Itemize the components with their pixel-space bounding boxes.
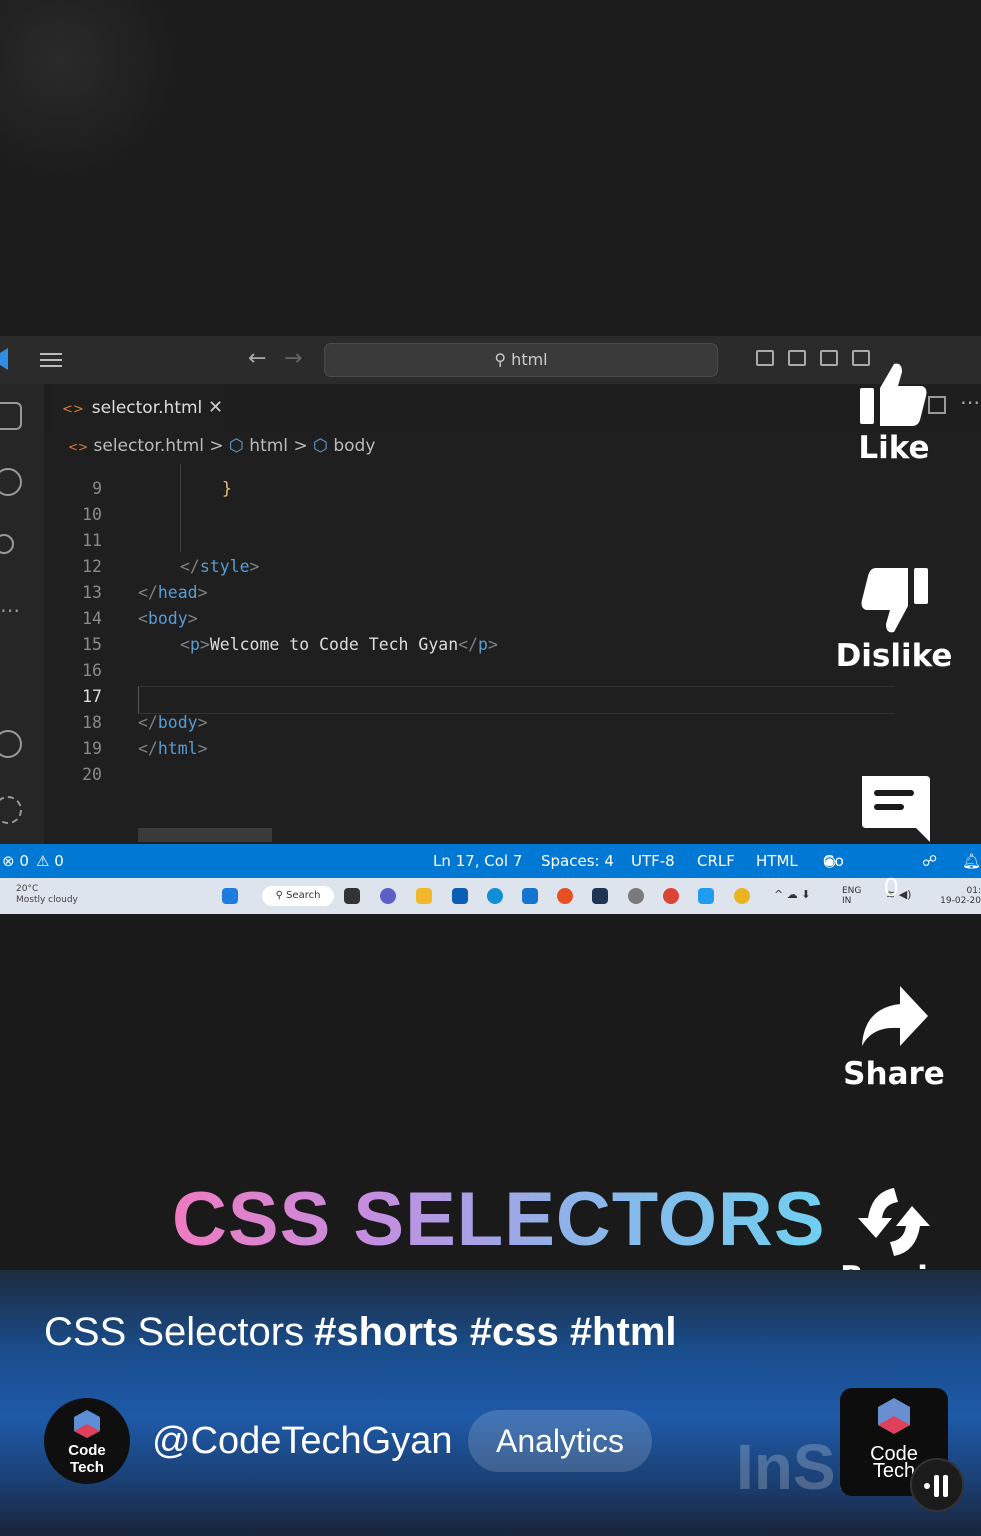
dislike-button[interactable]: Dislike [834, 566, 954, 674]
code-line: 16 [82, 661, 102, 680]
firefox-icon[interactable] [557, 888, 573, 904]
remix-icon [858, 1188, 930, 1256]
code-line: 13 </head> [82, 583, 208, 602]
horizontal-scrollbar[interactable] [138, 828, 272, 842]
tray-overflow-icon[interactable]: ^ ☁ ⬇ [774, 889, 810, 900]
search-icon: ⚲ [494, 350, 507, 369]
overlay-title: CSS SELECTORS [172, 1177, 826, 1262]
video-hashtags[interactable]: #shorts #css #html [314, 1310, 676, 1354]
thumbs-down-icon [861, 568, 928, 633]
more-actions-icon[interactable]: ⋯ [960, 390, 980, 414]
errors-count[interactable]: ⊗ 0 [2, 844, 29, 878]
forward-arrow-icon[interactable]: → [284, 346, 302, 371]
html-file-icon: <> [62, 402, 84, 417]
more-icon[interactable]: ⋯ [0, 598, 20, 622]
toggle-panel-icon[interactable] [788, 350, 806, 366]
activity-bar: ⋯ [0, 384, 44, 844]
weather-widget[interactable]: 20°C Mostly cloudy [16, 884, 78, 906]
code-line: 15 <p>Welcome to Code Tech Gyan</p> [82, 635, 498, 654]
code-editor[interactable]: 9} 10 11 12 </style> 13 </head> 14 <body> 1… [44, 464, 904, 834]
menu-icon[interactable] [40, 353, 62, 367]
share-arrow-icon [862, 986, 928, 1046]
dislike-count: 0 [884, 872, 899, 902]
mail-icon[interactable] [522, 888, 538, 904]
element-cube-icon: ⬡ [229, 436, 244, 456]
breadcrumb-html[interactable]: html [249, 436, 288, 456]
settings-gear-icon[interactable] [0, 796, 22, 824]
pause-button[interactable] [910, 1458, 964, 1512]
close-tab-icon[interactable]: ✕ [208, 384, 223, 432]
code-line: 9} [92, 479, 232, 498]
breadcrumb-file[interactable]: selector.html [94, 436, 204, 456]
search-icon[interactable] [0, 468, 22, 496]
code-tech-logo-icon [878, 1398, 910, 1434]
element-cube-icon: ⬡ [313, 436, 328, 456]
share-button[interactable]: Share [834, 984, 954, 1092]
code-line: 10 [82, 505, 102, 524]
warnings-count[interactable]: ⚠ 0 [36, 844, 64, 878]
tab-selector-html[interactable]: <> selector.html ✕ [52, 384, 224, 434]
code-line: 18 </body> [82, 713, 208, 732]
vscode-taskbar-icon[interactable] [698, 888, 714, 904]
chat-icon[interactable] [380, 888, 396, 904]
code-line: 12 </style> [82, 557, 260, 576]
html-file-icon: <> [68, 440, 89, 454]
notifications-bell-icon[interactable]: 🔔︎ [962, 844, 981, 878]
code-line: 20 [82, 765, 102, 784]
vscode-logo-icon [0, 348, 8, 370]
channel-avatar[interactable]: Code Tech [44, 1398, 130, 1484]
channel-handle[interactable]: @CodeTechGyan [152, 1420, 453, 1463]
store-icon[interactable] [452, 888, 468, 904]
code-line: 14 <body> [82, 609, 198, 628]
encoding[interactable]: UTF-8 [631, 844, 675, 878]
source-control-icon[interactable] [0, 534, 14, 554]
windows-taskbar: 20°C Mostly cloudy ⚲ Search ^ ☁ ⬇ ENG IN … [0, 878, 981, 914]
edge-icon[interactable] [487, 888, 503, 904]
thumbs-up-icon [860, 363, 927, 426]
cursor-position[interactable]: Ln 17, Col 7 [433, 844, 522, 878]
analytics-button[interactable]: Analytics [468, 1410, 652, 1472]
breadcrumb-separator: > [209, 436, 224, 456]
code-line: 17 [82, 687, 102, 706]
task-view-icon[interactable] [344, 888, 360, 904]
code-line: 11 [82, 531, 102, 550]
breadcrumb-separator: > [293, 436, 308, 456]
end-of-line[interactable]: CRLF [697, 844, 735, 878]
chrome-canary-icon[interactable] [734, 888, 750, 904]
language-mode[interactable]: HTML [756, 844, 798, 878]
accounts-icon[interactable] [0, 730, 22, 758]
terminal-icon[interactable] [592, 888, 608, 904]
search-icon: ⚲ [275, 890, 287, 901]
video-top-area [0, 0, 981, 336]
indentation[interactable]: Spaces: 4 [541, 844, 614, 878]
video-title[interactable]: CSS Selectors #shorts #css #html [44, 1310, 677, 1355]
status-bar: ⊗ 0 ⚠ 0 Ln 17, Col 7 Spaces: 4 UTF-8 CRL… [0, 844, 981, 904]
start-icon[interactable] [222, 888, 238, 904]
toggle-sidebar-icon[interactable] [756, 350, 774, 366]
command-search-input[interactable]: ⚲ html [324, 343, 718, 377]
back-arrow-icon[interactable]: ← [248, 346, 266, 371]
settings-icon[interactable] [628, 888, 644, 904]
file-explorer-icon[interactable] [416, 888, 432, 904]
chrome-icon[interactable] [663, 888, 679, 904]
pause-icon [924, 1475, 948, 1497]
taskbar-search[interactable]: ⚲ Search [262, 886, 334, 906]
code-line: 19 </html> [82, 739, 208, 758]
like-button[interactable]: Like [834, 358, 954, 466]
comment-icon [862, 776, 930, 842]
clock[interactable]: 01: 19-02-20 [938, 886, 981, 906]
comments-button[interactable] [834, 772, 954, 844]
breadcrumb: <> selector.html > ⬡ html > ⬡ body [68, 436, 375, 456]
language-indicator[interactable]: ENG IN [842, 886, 861, 906]
explorer-icon[interactable] [0, 402, 22, 430]
accounts-icon[interactable]: ☍ [922, 844, 937, 878]
breadcrumb-body[interactable]: body [333, 436, 375, 456]
